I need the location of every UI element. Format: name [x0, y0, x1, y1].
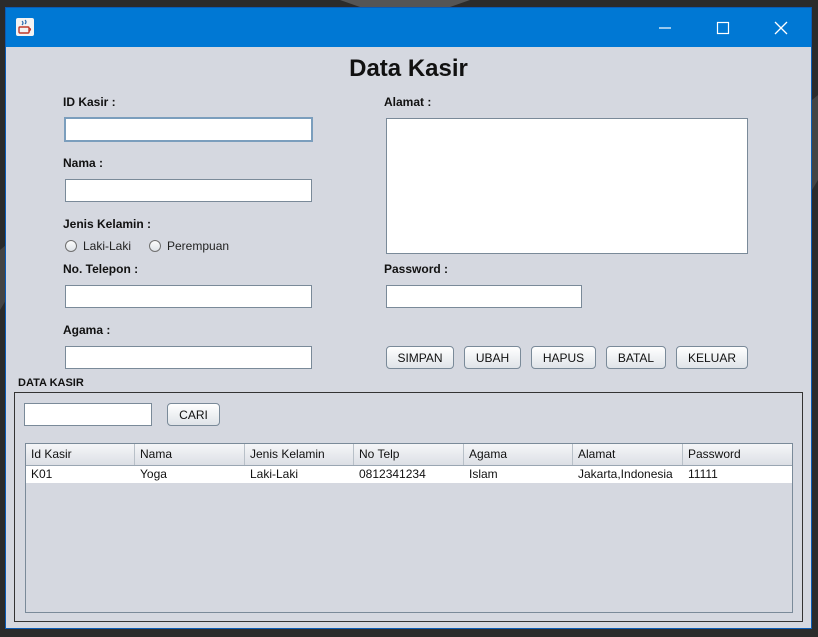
- table-cell: Jakarta,Indonesia: [578, 467, 673, 481]
- radio-laki-laki-label: Laki-Laki: [83, 239, 132, 253]
- maximize-button[interactable]: [694, 8, 752, 47]
- agama-input[interactable]: [65, 346, 312, 369]
- column-header[interactable]: Password: [683, 444, 792, 465]
- maximize-icon: [716, 21, 730, 35]
- java-icon: [16, 18, 34, 36]
- jenis-kelamin-label: Jenis Kelamin :: [63, 217, 152, 231]
- table-cell: Yoga: [140, 467, 167, 481]
- nama-input[interactable]: [65, 179, 312, 202]
- telepon-label: No. Telepon :: [63, 262, 139, 276]
- close-button[interactable]: [752, 8, 810, 47]
- column-header[interactable]: Agama: [464, 444, 573, 465]
- ubah-button[interactable]: UBAH: [464, 346, 521, 369]
- search-input[interactable]: [24, 403, 152, 426]
- telepon-input[interactable]: [65, 285, 312, 308]
- app-window: Data Kasir ID Kasir : Nama : Jenis Kelam…: [5, 7, 812, 629]
- section-title: DATA KASIR: [18, 377, 84, 389]
- password-input[interactable]: [386, 285, 582, 308]
- alamat-textarea[interactable]: [386, 118, 748, 254]
- table-header: Id Kasir Nama Jenis Kelamin No Telp Agam…: [26, 444, 792, 466]
- data-table: Id Kasir Nama Jenis Kelamin No Telp Agam…: [25, 443, 793, 613]
- table-cell: K01: [31, 467, 53, 481]
- agama-label: Agama :: [63, 323, 111, 337]
- batal-button[interactable]: BATAL: [606, 346, 666, 369]
- column-header[interactable]: Id Kasir: [26, 444, 135, 465]
- close-icon: [774, 21, 788, 35]
- id-kasir-label: ID Kasir :: [63, 95, 116, 109]
- cari-button[interactable]: CARI: [167, 403, 220, 426]
- radio-perempuan-label: Perempuan: [167, 239, 230, 253]
- keluar-button[interactable]: KELUAR: [676, 346, 748, 369]
- password-label: Password :: [384, 262, 449, 276]
- radio-perempuan[interactable]: Perempuan: [149, 239, 229, 253]
- table-cell: 11111: [688, 467, 718, 481]
- radio-laki-laki[interactable]: Laki-Laki: [65, 239, 131, 253]
- alamat-label: Alamat :: [384, 95, 432, 109]
- simpan-button[interactable]: SIMPAN: [386, 346, 454, 369]
- column-header[interactable]: No Telp: [354, 444, 464, 465]
- table-row[interactable]: K01 Yoga Laki-Laki 0812341234 Islam Jaka…: [26, 466, 792, 483]
- column-header[interactable]: Nama: [135, 444, 245, 465]
- nama-label: Nama :: [63, 156, 104, 170]
- page-title: Data Kasir: [349, 55, 468, 82]
- radio-circle: [65, 240, 77, 252]
- minimize-button[interactable]: [636, 8, 694, 47]
- id-kasir-input[interactable]: [64, 117, 313, 142]
- title-bar: [6, 8, 811, 47]
- radio-circle: [149, 240, 161, 252]
- table-cell: Laki-Laki: [250, 467, 299, 481]
- column-header[interactable]: Alamat: [573, 444, 683, 465]
- table-cell: 0812341234: [359, 467, 426, 481]
- minimize-icon: [659, 27, 671, 29]
- hapus-button[interactable]: HAPUS: [531, 346, 596, 369]
- table-cell: Islam: [469, 467, 498, 481]
- column-header[interactable]: Jenis Kelamin: [245, 444, 354, 465]
